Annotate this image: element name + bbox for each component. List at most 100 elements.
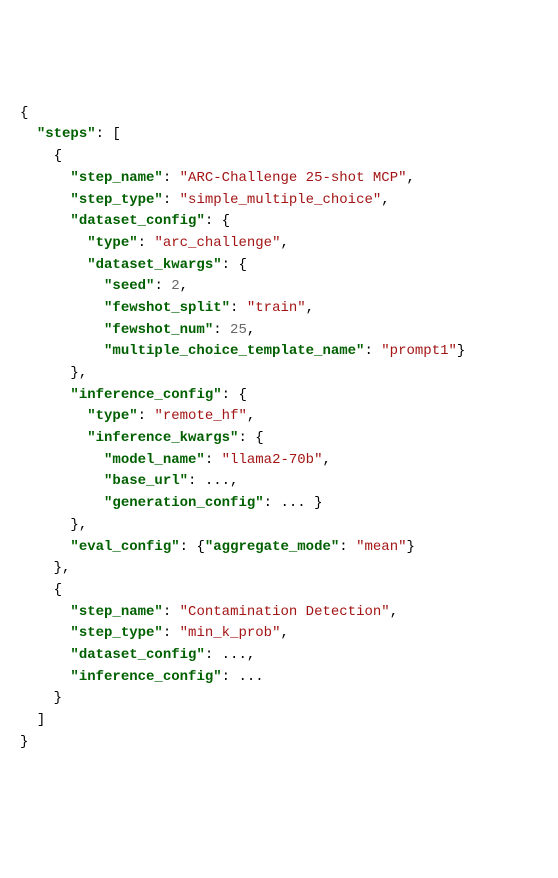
json-punct: , [381, 192, 389, 208]
code-line: "step_type": "simple_multiple_choice", [20, 190, 538, 212]
json-punct: : ... [222, 669, 264, 685]
json-key: "step_type" [70, 192, 162, 208]
json-punct: : [154, 278, 171, 294]
json-punct: : { [238, 430, 263, 446]
json-punct: : ..., [188, 473, 238, 489]
json-punct: : [364, 343, 381, 359]
code-line: { [20, 146, 538, 168]
json-punct: , [407, 170, 415, 186]
json-number: 2 [171, 278, 179, 294]
json-punct: , [247, 408, 255, 424]
json-key: "step_name" [70, 170, 162, 186]
code-line: "fewshot_num": 25, [20, 320, 538, 342]
json-string: "ARC-Challenge 25-shot MCP" [180, 170, 407, 186]
json-string: "Contamination Detection" [180, 604, 390, 620]
json-punct: } [54, 690, 62, 706]
json-key: "step_type" [70, 625, 162, 641]
json-punct: : { [180, 539, 205, 555]
json-punct: : { [222, 257, 247, 273]
json-key: "fewshot_num" [104, 322, 213, 338]
json-punct: , [280, 625, 288, 641]
json-punct: , [390, 604, 398, 620]
json-code-block: { "steps": [ { "step_name": "ARC-Challen… [20, 103, 538, 754]
json-punct: : [163, 192, 180, 208]
json-punct: , [280, 235, 288, 251]
json-key: "steps" [37, 126, 96, 142]
code-line: "seed": 2, [20, 276, 538, 298]
json-key: "dataset_kwargs" [87, 257, 221, 273]
code-line: "inference_kwargs": { [20, 428, 538, 450]
json-key: "dataset_config" [70, 213, 204, 229]
code-line: "step_type": "min_k_prob", [20, 623, 538, 645]
code-line: "type": "arc_challenge", [20, 233, 538, 255]
json-punct: } [457, 343, 465, 359]
json-punct: : ... } [264, 495, 323, 511]
json-punct: : [138, 408, 155, 424]
code-line: "steps": [ [20, 124, 538, 146]
json-number: 25 [230, 322, 247, 338]
json-key: "step_name" [70, 604, 162, 620]
json-punct: , [322, 452, 330, 468]
code-line: "fewshot_split": "train", [20, 298, 538, 320]
json-key: "inference_config" [70, 387, 221, 403]
json-punct: : [ [96, 126, 121, 142]
json-punct: }, [70, 517, 87, 533]
json-key: "type" [87, 408, 137, 424]
json-string: "min_k_prob" [180, 625, 281, 641]
json-key: "generation_config" [104, 495, 264, 511]
code-line: "step_name": "ARC-Challenge 25-shot MCP"… [20, 168, 538, 190]
json-key: "aggregate_mode" [205, 539, 339, 555]
json-punct: : [163, 604, 180, 620]
json-string: "remote_hf" [154, 408, 246, 424]
json-punct: : { [205, 213, 230, 229]
json-punct: } [407, 539, 415, 555]
json-string: "mean" [356, 539, 406, 555]
json-key: "model_name" [104, 452, 205, 468]
json-key: "inference_config" [70, 669, 221, 685]
json-string: "llama2-70b" [222, 452, 323, 468]
json-string: "arc_challenge" [154, 235, 280, 251]
json-punct: : [163, 170, 180, 186]
code-line: }, [20, 515, 538, 537]
json-punct: : { [222, 387, 247, 403]
json-punct: : [339, 539, 356, 555]
code-line: "multiple_choice_template_name": "prompt… [20, 341, 538, 363]
code-line: "model_name": "llama2-70b", [20, 450, 538, 472]
json-punct: { [20, 105, 28, 121]
json-punct: : [230, 300, 247, 316]
json-string: "train" [247, 300, 306, 316]
json-string: "prompt1" [381, 343, 457, 359]
code-line: "dataset_kwargs": { [20, 255, 538, 277]
code-line: "generation_config": ... } [20, 493, 538, 515]
code-line: "type": "remote_hf", [20, 406, 538, 428]
code-line: "step_name": "Contamination Detection", [20, 602, 538, 624]
json-key: "base_url" [104, 473, 188, 489]
json-punct: { [54, 148, 62, 164]
json-punct: ] [37, 712, 45, 728]
code-line: "eval_config": {"aggregate_mode": "mean"… [20, 537, 538, 559]
json-key: "fewshot_split" [104, 300, 230, 316]
json-punct: }, [54, 560, 71, 576]
json-punct: : [205, 452, 222, 468]
code-line: }, [20, 363, 538, 385]
code-line: "dataset_config": { [20, 211, 538, 233]
json-punct: } [20, 734, 28, 750]
code-line: "inference_config": ... [20, 667, 538, 689]
code-line: "inference_config": { [20, 385, 538, 407]
json-key: "seed" [104, 278, 154, 294]
json-key: "eval_config" [70, 539, 179, 555]
code-line: } [20, 688, 538, 710]
json-key: "multiple_choice_template_name" [104, 343, 364, 359]
code-line: { [20, 103, 538, 125]
code-line: }, [20, 558, 538, 580]
json-punct: : [163, 625, 180, 641]
code-line: ] [20, 710, 538, 732]
code-line: } [20, 732, 538, 754]
json-key: "dataset_config" [70, 647, 204, 663]
json-punct: , [306, 300, 314, 316]
json-punct: : [213, 322, 230, 338]
code-line: "base_url": ..., [20, 471, 538, 493]
code-line: { [20, 580, 538, 602]
json-punct: { [54, 582, 62, 598]
json-punct: : ..., [205, 647, 255, 663]
